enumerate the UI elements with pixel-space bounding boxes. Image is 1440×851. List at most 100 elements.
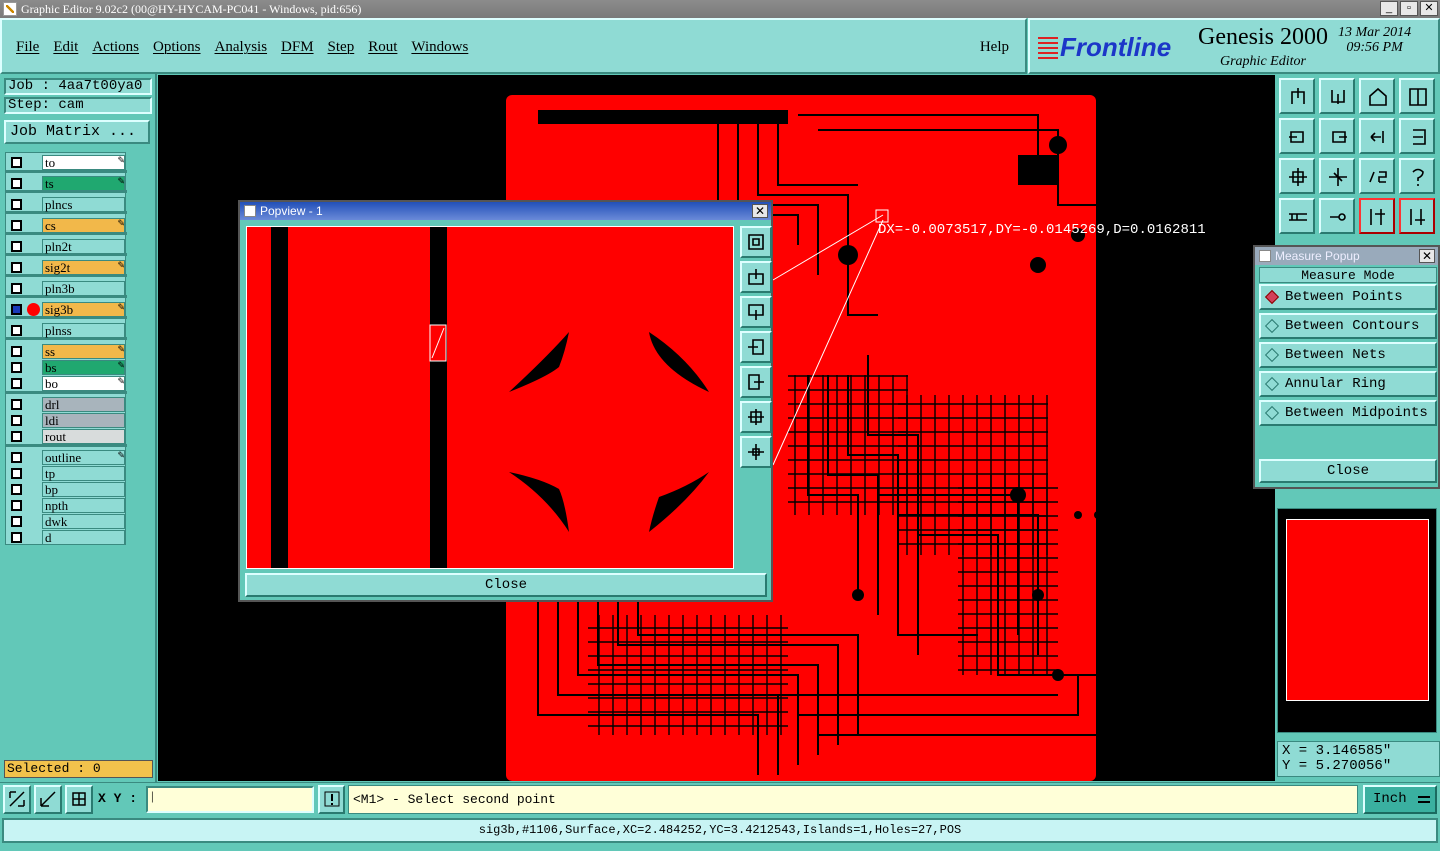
layer-checkbox[interactable]: [11, 500, 22, 511]
layer-checkbox[interactable]: [11, 452, 22, 463]
close-window-button[interactable]: ✕: [1420, 1, 1438, 16]
layer-checkbox[interactable]: [11, 199, 22, 210]
alert-icon[interactable]: [318, 785, 345, 814]
layer-name[interactable]: tp: [42, 466, 125, 481]
layer-checkbox[interactable]: [11, 415, 22, 426]
layer-checkbox[interactable]: [11, 325, 22, 336]
measure-option-between-points[interactable]: Between Points: [1259, 284, 1437, 310]
layer-row-sig3b[interactable]: sig3b ✎: [7, 302, 127, 317]
zoom-box-icon[interactable]: [740, 226, 772, 258]
layer-row-bp[interactable]: bp: [7, 482, 127, 497]
layer-checkbox[interactable]: [11, 532, 22, 543]
popview-close-icon[interactable]: ✕: [752, 204, 768, 218]
move-right-icon[interactable]: [740, 366, 772, 398]
overview-map[interactable]: [1277, 508, 1437, 733]
zoom-area-button[interactable]: [3, 785, 31, 814]
layer-name[interactable]: drl: [42, 397, 125, 412]
snap-grid-button[interactable]: [65, 785, 93, 814]
menu-actions[interactable]: Actions: [92, 39, 139, 56]
layer-row-tp[interactable]: tp: [7, 466, 127, 481]
house-icon[interactable]: [1359, 78, 1395, 114]
layer-row-outline[interactable]: outline ✎: [7, 450, 127, 465]
layer-row-to[interactable]: to ✎: [7, 155, 127, 170]
layer-row-bs[interactable]: bs ✎: [7, 360, 127, 375]
menu-step[interactable]: Step: [328, 39, 355, 56]
zoom-in-icon[interactable]: [740, 436, 772, 468]
layer-name[interactable]: ss: [42, 344, 125, 359]
popview-close-button[interactable]: Close: [245, 573, 767, 597]
layer-name[interactable]: d: [42, 530, 125, 545]
layer-checkbox[interactable]: [11, 157, 22, 168]
layer-row-drl[interactable]: drl: [7, 397, 127, 412]
menu-dfm[interactable]: DFM: [281, 39, 314, 56]
layer-row-sig2t[interactable]: sig2t ✎: [7, 260, 127, 275]
layer-row-ss[interactable]: ss ✎: [7, 344, 127, 359]
layer-row-ldi[interactable]: ldi: [7, 413, 127, 428]
window-title-bar[interactable]: Graphic Editor 9.02c2 (00@HY-HYCAM-PC041…: [0, 0, 1440, 18]
layer-name[interactable]: bo: [42, 376, 125, 391]
layer-name[interactable]: sig2t: [42, 260, 125, 275]
zoom-out-icon[interactable]: [740, 401, 772, 433]
pan-left-icon[interactable]: [1279, 118, 1315, 154]
layer-row-rout[interactable]: rout: [7, 429, 127, 444]
move-down-icon[interactable]: [740, 296, 772, 328]
measure-option-between-midpoints[interactable]: Between Midpoints: [1259, 400, 1437, 426]
layer-name[interactable]: ldi: [42, 413, 125, 428]
help-icon[interactable]: [1399, 158, 1435, 194]
layer-row-bo[interactable]: bo ✎: [7, 376, 127, 391]
layer-checkbox[interactable]: [11, 516, 22, 527]
home-icon[interactable]: [1279, 78, 1315, 114]
move-left-icon[interactable]: [740, 331, 772, 363]
layer-name[interactable]: pln3b: [42, 281, 125, 296]
fit-icon[interactable]: [1319, 78, 1355, 114]
layer-checkbox[interactable]: [11, 468, 22, 479]
layer-row-pln3b[interactable]: pln3b: [7, 281, 127, 296]
layer-name[interactable]: dwk: [42, 514, 125, 529]
layer-name[interactable]: bs: [42, 360, 125, 375]
layer-name[interactable]: cs: [42, 218, 125, 233]
layer-checkbox[interactable]: [11, 220, 22, 231]
maximize-button[interactable]: ▫: [1400, 1, 1418, 16]
measure-title-bar[interactable]: Measure Popup ✕: [1255, 247, 1438, 265]
layer-checkbox[interactable]: [11, 399, 22, 410]
layer-row-plnss[interactable]: plnss: [7, 323, 127, 338]
measure-option-annular-ring[interactable]: Annular Ring: [1259, 371, 1437, 397]
layer-name[interactable]: to: [42, 155, 125, 170]
scale-one-two-icon[interactable]: [1359, 158, 1395, 194]
layer-checkbox[interactable]: [11, 178, 22, 189]
popview-title-bar[interactable]: Popview - 1 ✕: [240, 202, 771, 220]
layer-name[interactable]: pln2t: [42, 239, 125, 254]
layer-checkbox[interactable]: [11, 484, 22, 495]
layer-checkbox[interactable]: [11, 304, 22, 315]
xy-input[interactable]: |: [146, 786, 314, 813]
layer-red-icon[interactable]: [1359, 198, 1395, 234]
layer-name[interactable]: plncs: [42, 197, 125, 212]
move-up-icon[interactable]: [740, 261, 772, 293]
menu-edit[interactable]: Edit: [53, 39, 78, 56]
layer-row-cs[interactable]: cs ✎: [7, 218, 127, 233]
units-dropdown[interactable]: Inch: [1363, 785, 1437, 814]
measure-tool-button[interactable]: [34, 785, 62, 814]
layer-checkbox[interactable]: [11, 262, 22, 273]
layer-name[interactable]: sig3b: [42, 302, 125, 317]
measure-close-button[interactable]: Close: [1259, 459, 1437, 483]
menu-windows[interactable]: Windows: [411, 39, 468, 56]
undo-view-icon[interactable]: [1359, 118, 1395, 154]
layer-name[interactable]: rout: [42, 429, 125, 444]
menu-options[interactable]: Options: [153, 39, 201, 56]
layer-checkbox[interactable]: [11, 431, 22, 442]
layer-row-plncs[interactable]: plncs: [7, 197, 127, 212]
pan-right-icon[interactable]: [1319, 118, 1355, 154]
layer-name[interactable]: npth: [42, 498, 125, 513]
center-icon[interactable]: [1319, 158, 1355, 194]
layer-row-dwk[interactable]: dwk: [7, 514, 127, 529]
layer-checkbox[interactable]: [11, 362, 22, 373]
measure-option-between-nets[interactable]: Between Nets: [1259, 342, 1437, 368]
split-view-icon[interactable]: [1399, 78, 1435, 114]
layer-checkbox[interactable]: [11, 241, 22, 252]
layer-checkbox[interactable]: [11, 283, 22, 294]
menu-analysis[interactable]: Analysis: [215, 39, 268, 56]
layer-row-npth[interactable]: npth: [7, 498, 127, 513]
zoom-fit-icon[interactable]: [1279, 158, 1315, 194]
layer-name[interactable]: plnss: [42, 323, 125, 338]
